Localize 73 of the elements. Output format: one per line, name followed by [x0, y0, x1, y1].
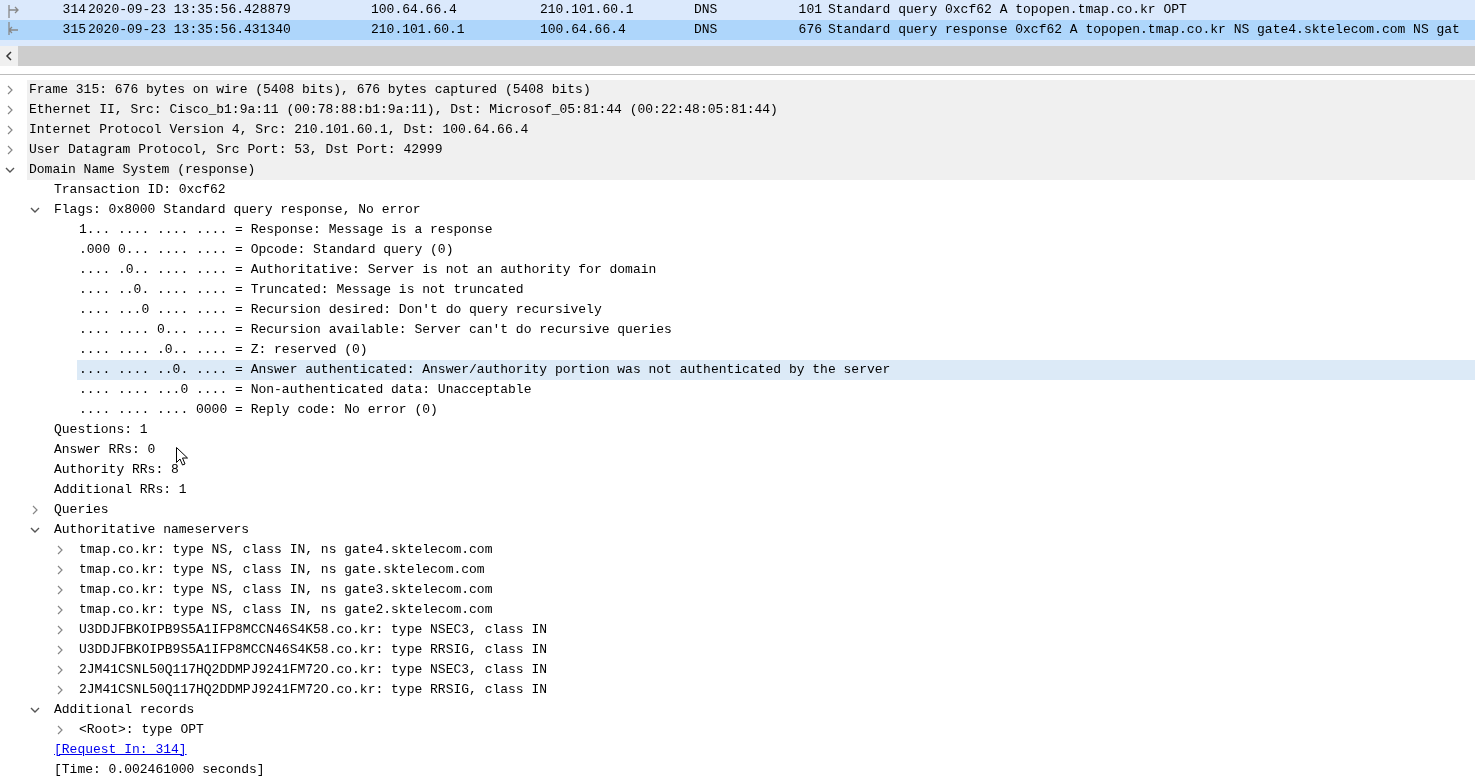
tree-item[interactable]: <Root>: type OPT — [77, 720, 1475, 740]
tree-item[interactable]: .... .0.. .... .... = Authoritative: Server is not an authority for domain — [77, 260, 1475, 280]
link[interactable]: [Request In: 314] — [52, 740, 187, 760]
table-cell-text: 2020-09-23 13:35:56.431340 — [87, 21, 292, 39]
tree-item[interactable]: tmap.co.kr: type NS, class IN, ns gate4.sktelecom.com — [77, 540, 1475, 560]
expand-chevron-icon[interactable] — [55, 685, 65, 695]
tree-item[interactable]: Authority RRs: 8 — [52, 460, 1475, 480]
tree-item[interactable]: .... ...0 .... .... = Recursion desired: Don't do query recursively — [77, 300, 1475, 320]
expand-chevron-icon[interactable] — [55, 725, 65, 735]
table-cell-text: 210.101.60.1 — [371, 21, 466, 39]
tree-item[interactable]: User Datagram Protocol, Src Port: 53, Dst Port: 42999 — [27, 140, 1475, 160]
table-cell-text: 676 — [797, 21, 822, 39]
tree-item[interactable]: .... .... ..0. .... = Answer authenticated: Answer/authority portion was not authenticated by the server — [77, 360, 1475, 380]
expand-chevron-icon[interactable] — [5, 145, 15, 155]
packet-row[interactable]: 315 2020-09-23 13:35:56.431340 210.101.60.1 100.64.66.4 DNS 676 Standard query response 0xcf62 A topopen.tmap.co.kr NS gate4.sktelecom.com NS gat — [0, 20, 1475, 40]
tree-item[interactable]: Internet Protocol Version 4, Src: 210.101.60.1, Dst: 100.64.66.4 — [27, 120, 1475, 140]
tree-item[interactable]: Frame 315: 676 bytes on wire (5408 bits), 676 bytes captured (5408 bits) — [27, 80, 1475, 100]
expand-chevron-icon[interactable] — [55, 605, 65, 615]
tree-item[interactable]: 2JM41CSNL50Q117HQ2DDMPJ9241FM72O.co.kr: type RRSIG, class IN — [77, 680, 1475, 700]
tree-item[interactable]: U3DDJFBKOIPB9S5A1IFP8MCCN46S4K58.co.kr: type NSEC3, class IN — [77, 620, 1475, 640]
expand-chevron-icon[interactable] — [30, 505, 40, 515]
tree-item[interactable]: .... .... .... 0000 = Reply code: No error (0) — [77, 400, 1475, 420]
collapse-chevron-icon[interactable] — [30, 705, 40, 715]
tree-item[interactable]: Queries — [52, 500, 1475, 520]
expand-chevron-icon[interactable] — [5, 125, 15, 135]
expand-chevron-icon[interactable] — [55, 645, 65, 655]
tree-item[interactable]: Transaction ID: 0xcf62 — [52, 180, 1475, 200]
tree-item[interactable]: .... .... .0.. .... = Z: reserved (0) — [77, 340, 1475, 360]
collapse-chevron-icon[interactable] — [30, 205, 40, 215]
table-cell-text: DNS — [694, 21, 719, 39]
table-cell-text: 315 — [61, 21, 86, 39]
cursor-icon — [176, 447, 188, 466]
table-cell-text: 100.64.66.4 — [540, 21, 627, 39]
tree-item[interactable]: .... .... ...0 .... = Non-authenticated data: Unacceptable — [77, 380, 1475, 400]
table-cell-text: Standard query response 0xcf62 A topopen.tmap.co.kr NS gate4.sktelecom.com NS gat — [827, 21, 1461, 39]
tree-item[interactable]: U3DDJFBKOIPB9S5A1IFP8MCCN46S4K58.co.kr: type RRSIG, class IN — [77, 640, 1475, 660]
table-cell-text: 2020-09-23 13:35:56.428879 — [87, 1, 292, 19]
expand-chevron-icon[interactable] — [55, 665, 65, 675]
table-cell-text: 100.64.66.4 — [371, 1, 458, 19]
tree-item[interactable]: Authoritative nameservers — [52, 520, 1475, 540]
scroll-left-button[interactable] — [0, 46, 18, 66]
chevron-left-icon — [5, 51, 13, 61]
tree-item[interactable]: Flags: 0x8000 Standard query response, No error — [52, 200, 1475, 220]
table-cell-text: 210.101.60.1 — [540, 1, 635, 19]
expand-chevron-icon[interactable] — [5, 85, 15, 95]
tree-item[interactable]: 2JM41CSNL50Q117HQ2DDMPJ9241FM72O.co.kr: type NSEC3, class IN — [77, 660, 1475, 680]
collapse-chevron-icon[interactable] — [30, 525, 40, 535]
expand-chevron-icon[interactable] — [55, 625, 65, 635]
tree-item[interactable]: tmap.co.kr: type NS, class IN, ns gate.sktelecom.com — [77, 560, 1475, 580]
table-cell-text: DNS — [694, 1, 719, 19]
tree-item[interactable]: 1... .... .... .... = Response: Message is a response — [77, 220, 1475, 240]
tree-item[interactable]: tmap.co.kr: type NS, class IN, ns gate2.sktelecom.com — [77, 600, 1475, 620]
tree-item[interactable]: Domain Name System (response) — [27, 160, 1475, 180]
expand-chevron-icon[interactable] — [5, 105, 15, 115]
packet-row[interactable]: 314 2020-09-23 13:35:56.428879 100.64.66.4 210.101.60.1 DNS 101 Standard query 0xcf62 A topopen.tmap.co.kr OPT — [0, 0, 1475, 20]
expand-chevron-icon[interactable] — [55, 565, 65, 575]
horizontal-scrollbar[interactable] — [0, 46, 1475, 66]
tree-item[interactable]: Ethernet II, Src: Cisco_b1:9a:11 (00:78:88:b1:9a:11), Dst: Microsof_05:81:44 (00:22:48:05:81:44) — [27, 100, 1475, 120]
tree-item[interactable]: .... ..0. .... .... = Truncated: Message is not truncated — [77, 280, 1475, 300]
tree-item[interactable]: Questions: 1 — [52, 420, 1475, 440]
tree-item[interactable]: .000 0... .... .... = Opcode: Standard query (0) — [77, 240, 1475, 260]
tree-item[interactable]: .... .... 0... .... = Recursion available: Server can't do recursive queries — [77, 320, 1475, 340]
table-cell-text: 314 — [61, 1, 86, 19]
expand-chevron-icon[interactable] — [55, 585, 65, 595]
tree-item[interactable]: Additional records — [52, 700, 1475, 720]
table-cell-text: 101 — [797, 1, 822, 19]
table-cell-text: Standard query 0xcf62 A topopen.tmap.co.kr OPT — [827, 1, 1188, 19]
collapse-chevron-icon[interactable] — [5, 165, 15, 175]
expand-chevron-icon[interactable] — [55, 545, 65, 555]
tree-item[interactable]: Additional RRs: 1 — [52, 480, 1475, 500]
tree-item[interactable]: [Time: 0.002461000 seconds] — [52, 760, 1475, 780]
tree-item[interactable]: tmap.co.kr: type NS, class IN, ns gate3.sktelecom.com — [77, 580, 1475, 600]
tree-item[interactable]: Answer RRs: 0 — [52, 440, 1475, 460]
